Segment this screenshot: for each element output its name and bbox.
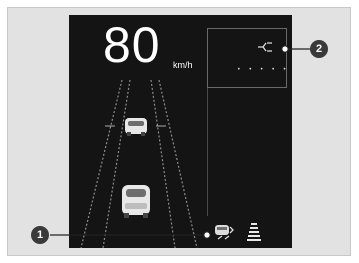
panel-divider [207, 88, 208, 216]
callout-2: 2 [310, 40, 328, 58]
instrument-display: 80 km/h • • • • • [69, 15, 292, 248]
signal-link-icon [258, 42, 272, 52]
own-vehicle-icon [122, 185, 150, 218]
distance-indicator: • • • • • [237, 66, 290, 73]
following-distance-icon [215, 225, 234, 240]
vehicle-ahead-icon [125, 118, 147, 136]
callout-1: 1 [31, 226, 49, 244]
info-panel [207, 28, 287, 88]
lane-keep-status-icon [247, 223, 261, 241]
